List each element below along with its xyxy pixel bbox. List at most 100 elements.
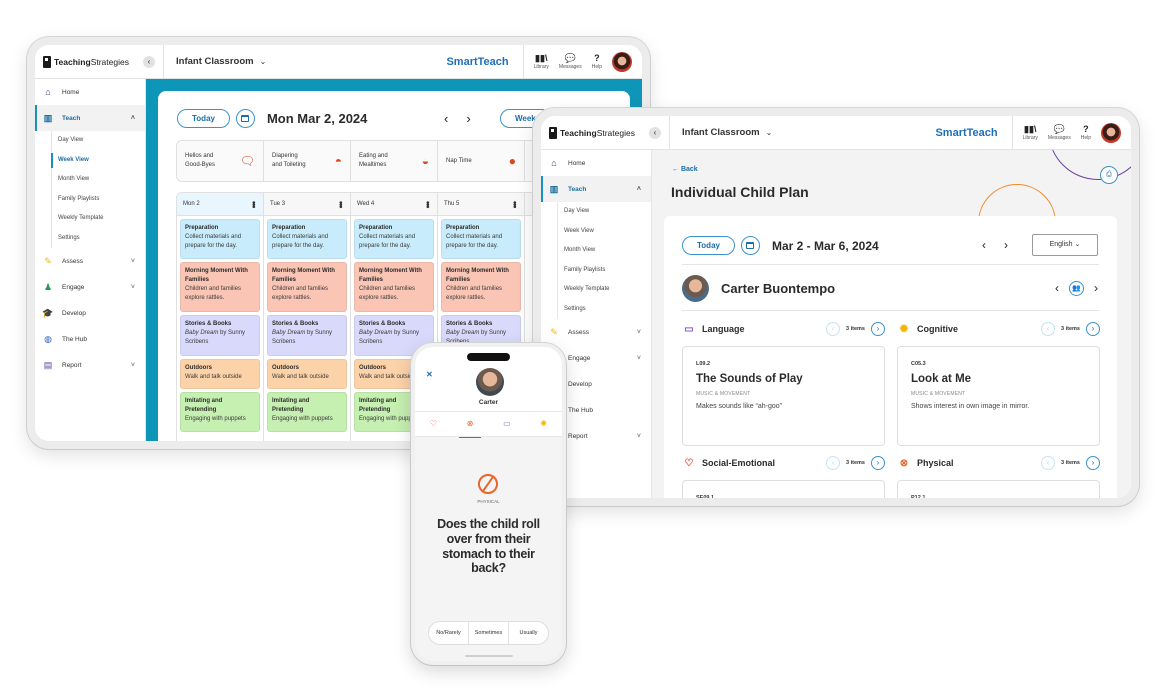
today-button[interactable]: Today [177,109,230,128]
activity-card[interactable]: Preparation Collect materials and prepare… [354,219,434,259]
sidebar-item-teach[interactable]: ▥ Teach ˄ [541,176,651,202]
activity-title: Stories & Books [446,321,493,327]
language-select[interactable]: English ⌄ [1032,234,1098,256]
routine-item[interactable]: Nap Time ● [438,141,525,181]
previous-item-button[interactable]: ‹ [826,456,841,470]
subnav-week-view[interactable]: Week View [558,222,651,242]
subnav-family-playlists[interactable]: Family Playlists [52,190,145,210]
subnav-weekly-template[interactable]: Weekly Template [558,280,651,300]
more-options-icon[interactable]: ••• [423,201,433,207]
sidebar-item-the-hub[interactable]: ◍ The Hub [35,326,145,352]
activity-title: Morning Moment With Families [185,268,248,283]
tab-social-emotional[interactable]: ♡ [422,411,444,437]
activity-card[interactable]: Outdoors Walk and talk outside [180,359,260,389]
activity-card[interactable]: P12.1 [897,480,1100,498]
user-avatar[interactable] [612,51,632,72]
help-button[interactable]: ? Help [592,53,602,70]
teaching-strategies-logo[interactable]: TeachingStrategies [541,126,649,139]
next-child-icon[interactable]: › [1094,281,1098,295]
previous-item-button[interactable]: ‹ [826,322,841,336]
subnav-week-view[interactable]: Week View [51,151,145,171]
tab-cognitive[interactable]: ✺ [533,411,555,437]
subnav-settings[interactable]: Settings [52,229,145,249]
activity-card[interactable]: Imitating and Pretending Engaging with pu… [180,392,260,432]
answer-no-rarely[interactable]: No/Rarely [429,622,469,644]
sidebar-item-teach[interactable]: ▥ Teach ˄ [35,105,145,131]
back-link[interactable]: ← Back [672,166,698,173]
activity-card[interactable]: Morning Moment With Families Children and… [267,262,347,312]
messages-button[interactable]: 💬 Messages [1048,124,1071,141]
sidebar-item-assess[interactable]: ✎ Assess ˅ [541,319,651,345]
subnav-weekly-template[interactable]: Weekly Template [52,209,145,229]
messages-button[interactable]: 💬 Messages [559,53,582,70]
group-icon[interactable]: 👥 [1069,280,1084,296]
subnav-family-playlists[interactable]: Family Playlists [558,261,651,281]
activity-card[interactable]: Stories & Books Baby Dream by Sunny Scrib… [180,315,260,356]
activity-card[interactable]: Morning Moment With Families Children and… [180,262,260,312]
previous-item-button[interactable]: ‹ [1041,456,1056,470]
tab-physical[interactable]: ⊗ [459,411,482,438]
library-button[interactable]: ▮▮\ Library [534,53,549,70]
activity-card[interactable]: SE09.1 [682,480,885,498]
next-arrow-icon[interactable]: › [466,111,470,126]
activity-card[interactable]: Preparation Collect materials and prepare… [267,219,347,259]
answer-sometimes[interactable]: Sometimes [469,622,509,644]
more-options-icon[interactable]: ••• [336,201,346,207]
collapse-sidebar-button[interactable]: ‹ [649,126,661,139]
subnav-settings[interactable]: Settings [558,300,651,320]
subnav-month-view[interactable]: Month View [558,241,651,261]
sidebar-item-home[interactable]: ⌂ Home [541,150,651,176]
domain-header: ♡ Social-Emotional ‹ 3 items › [682,454,885,472]
tab-language[interactable]: ▭ [496,411,518,437]
subnav-day-view[interactable]: Day View [558,202,651,222]
previous-item-button[interactable]: ‹ [1041,322,1056,336]
activity-card[interactable]: Imitating and Pretending Engaging with pu… [267,392,347,432]
library-button[interactable]: ▮▮\ Library [1023,124,1038,141]
close-icon[interactable]: ✕ [426,370,433,379]
subnav-day-view[interactable]: Day View [52,131,145,151]
activity-card[interactable]: Outdoors Walk and talk outside [267,359,347,389]
classroom-selector[interactable]: Infant Classroom ⌄ [164,56,266,67]
next-item-button[interactable]: › [871,456,885,470]
calendar-button[interactable] [740,236,760,255]
today-button[interactable]: Today [682,236,735,255]
more-options-icon[interactable]: ••• [249,201,259,207]
routine-item[interactable]: Hellos and Good-Byes 🗨 [177,141,264,181]
child-navigation: ‹ 👥 › [1055,280,1098,296]
calendar-button[interactable] [235,109,255,128]
sidebar-item-develop[interactable]: 🎓 Develop [35,300,145,326]
subnav-month-view[interactable]: Month View [52,170,145,190]
next-arrow-icon[interactable]: › [1004,238,1008,252]
teaching-strategies-logo[interactable]: TeachingStrategies [35,55,143,68]
routine-item[interactable]: Eating and Mealtimes ◒ [351,141,438,181]
answer-usually[interactable]: Usually [509,622,548,644]
previous-arrow-icon[interactable]: ‹ [982,238,986,252]
sidebar-item-report[interactable]: ▤ Report ˅ [35,352,145,378]
print-button[interactable]: ⎙ [1100,166,1118,184]
activity-card[interactable]: Preparation Collect materials and prepare… [441,219,521,259]
sidebar-item-assess[interactable]: ✎ Assess ˅ [35,248,145,274]
classroom-selector[interactable]: Infant Classroom ⌄ [670,127,772,138]
activity-description: Children and families explore rattles. [359,286,415,301]
more-options-icon[interactable]: ••• [510,201,520,207]
collapse-sidebar-button[interactable]: ‹ [143,55,155,68]
next-item-button[interactable]: › [1086,456,1100,470]
activity-card[interactable]: Morning Moment With Families Children and… [354,262,434,312]
item-count: 3 items [1061,326,1080,332]
assess-icon: ✎ [550,326,558,337]
activity-card[interactable]: C05.3 Look at Me MUSIC & MOVEMENT Shows int… [897,346,1100,446]
activity-card[interactable]: Preparation Collect materials and prepare… [180,219,260,259]
next-item-button[interactable]: › [871,322,885,336]
sidebar-item-home[interactable]: ⌂ Home [35,79,145,105]
routine-item[interactable]: Diapering and Toileting ◓ [264,141,351,181]
next-item-button[interactable]: › [1086,322,1100,336]
help-button[interactable]: ? Help [1081,124,1091,141]
user-avatar[interactable] [1101,122,1121,143]
previous-child-icon[interactable]: ‹ [1055,281,1059,295]
activity-card[interactable]: Morning Moment With Families Children and… [441,262,521,312]
previous-arrow-icon[interactable]: ‹ [444,111,448,126]
date-navigation: ‹ › [982,238,1008,252]
sidebar-item-engage[interactable]: ♟ Engage ˅ [35,274,145,300]
activity-card[interactable]: Stories & Books Baby Dream by Sunny Scrib… [267,315,347,356]
activity-card[interactable]: L09.2 The Sounds of Play MUSIC & MOVEMENT M… [682,346,885,446]
